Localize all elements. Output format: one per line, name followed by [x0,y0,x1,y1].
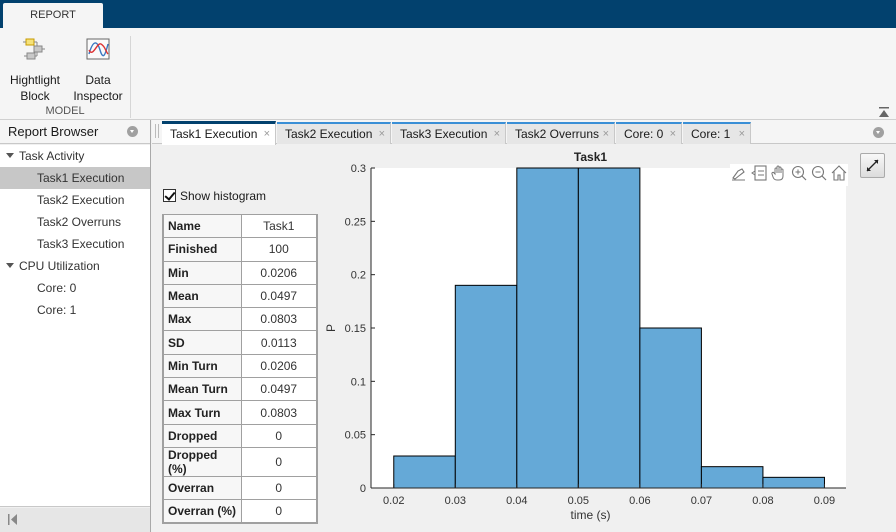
tabstrip-grip[interactable] [155,124,159,138]
tab-label: Task2 Execution [285,127,373,141]
zoom-in-icon[interactable] [790,164,808,182]
report-tree: Task Activity Task1 Execution Task2 Exec… [0,145,150,507]
close-icon[interactable]: × [603,124,609,145]
x-tick-label: 0.03 [445,495,466,507]
ribbon-separator [130,36,131,118]
chart-title: Task1 [574,150,607,164]
datatip-icon[interactable] [750,164,768,182]
x-tick-label: 0.05 [568,495,589,507]
report-browser-header: Report Browser [0,120,150,144]
tree-item-task2-overruns[interactable]: Task2 Overruns [0,211,150,233]
close-icon[interactable]: × [379,124,385,145]
data-inspector-label-2: Inspector [73,89,123,103]
histogram-bar[interactable] [516,167,579,489]
tree-item-core-1[interactable]: Core: 1 [0,299,150,321]
x-tick-label: 0.09 [814,495,835,507]
tree-group-label: CPU Utilization [19,259,100,273]
expand-triangle-icon[interactable] [6,153,14,158]
histogram-bar[interactable] [454,284,518,489]
tree-group-task-activity[interactable]: Task Activity [0,145,150,167]
x-tick-label: 0.04 [506,495,527,507]
expand-icon [866,159,879,172]
collapse-toolstrip-icon[interactable] [878,106,890,118]
tabstrip-menu-icon[interactable] [873,127,884,138]
toolstrip-tabbar: REPORT [0,0,896,28]
tab-core-1[interactable]: Core: 1 × [683,122,751,144]
expand-triangle-icon[interactable] [6,263,14,268]
zoom-out-icon[interactable] [810,164,828,182]
histogram-bar[interactable] [639,327,702,489]
histogram-bar[interactable] [762,476,825,489]
tree-item-core-0[interactable]: Core: 0 [0,277,150,299]
tab-task3-execution[interactable]: Task3 Execution × [392,122,506,144]
ribbon: Hightlight Block Data Inspector MODEL [0,28,896,120]
highlight-block-icon [23,38,45,60]
ribbon-group-label: MODEL [45,105,85,117]
y-tick-label: 0.2 [351,270,366,282]
tab-task2-overruns[interactable]: Task2 Overruns × [507,122,615,144]
y-axis-label: P [324,324,338,332]
highlight-block-label-2: Block [20,89,50,103]
data-inspector-button[interactable]: Data Inspector [70,36,126,104]
brush-icon[interactable] [730,164,748,182]
x-tick-label: 0.07 [691,495,712,507]
highlight-block-button[interactable]: Hightlight Block [6,36,64,104]
axes-toolbar [730,164,848,186]
close-icon[interactable]: × [670,124,676,145]
tab-label: Task1 Execution [170,127,258,141]
tree-item-task3-execution[interactable]: Task3 Execution [0,233,150,255]
highlight-block-label-1: Hightlight [9,73,61,87]
tab-label: Core: 1 [691,127,731,141]
tab-label: Task2 Overruns [515,127,600,141]
y-tick-label: 0.15 [345,323,366,335]
tab-label: Core: 0 [624,127,664,141]
x-axis-label: time (s) [571,508,611,522]
close-icon[interactable]: × [494,124,500,145]
tree-group-label: Task Activity [19,149,85,163]
document-tabstrip: Task1 Execution × Task2 Execution × Task3 … [152,120,896,145]
report-content: Show histogram Name Task1 Finished 100 Min 0.… [152,145,896,532]
tree-item-task1-execution[interactable]: Task1 Execution [0,167,150,189]
report-browser-footer [0,508,150,532]
close-icon[interactable]: × [264,124,270,145]
data-inspector-icon [86,38,110,60]
tab-label: Task3 Execution [400,127,488,141]
tab-core-0[interactable]: Core: 0 × [616,122,682,144]
home-icon[interactable] [830,164,848,182]
tree-group-cpu-utilization[interactable]: CPU Utilization [0,255,150,277]
tab-report[interactable]: REPORT [3,3,103,28]
histogram-chart: 0 0.05 0.1 0.15 0.2 0.25 0.3 0.02 0.03 0.04 0.05 0.… [324,150,846,522]
y-tick-label: 0.3 [351,163,366,175]
report-browser-title: Report Browser [8,124,99,139]
y-tick-label: 0 [360,483,366,495]
close-icon[interactable]: × [739,124,745,145]
y-tick-label: 0.1 [351,376,366,388]
x-tick-label: 0.06 [629,495,650,507]
tab-task2-execution[interactable]: Task2 Execution × [277,122,391,144]
go-first-icon[interactable] [8,514,18,525]
histogram-bar[interactable] [577,167,641,489]
data-inspector-label-1: Data [85,73,111,87]
histogram-bar[interactable] [700,466,764,489]
pan-icon[interactable] [770,164,788,182]
y-tick-label: 0.25 [345,216,366,228]
y-tick-label: 0.05 [345,430,366,442]
expand-button[interactable] [860,153,885,178]
tree-item-task2-execution[interactable]: Task2 Execution [0,189,150,211]
tab-task1-execution[interactable]: Task1 Execution × [162,121,276,145]
histogram-bar[interactable] [393,455,456,489]
x-tick-label: 0.08 [752,495,773,507]
panel-menu-icon[interactable] [127,126,138,137]
report-browser-panel: Report Browser Task Activity Task1 Execu… [0,120,151,532]
x-tick-label: 0.02 [383,495,404,507]
